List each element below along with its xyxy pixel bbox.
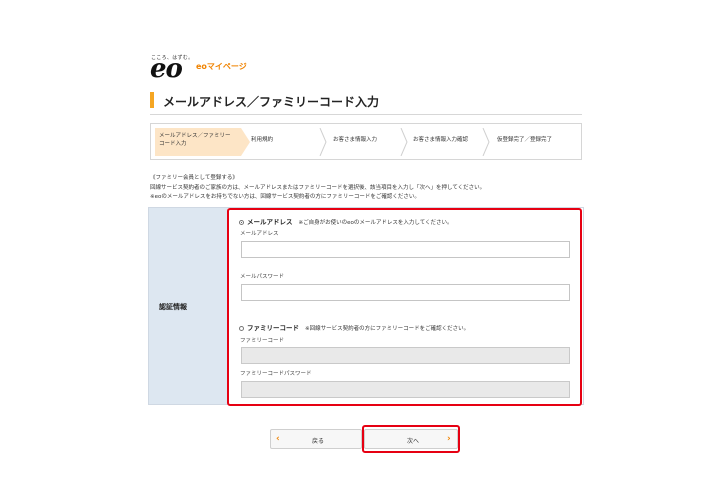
eo-logo[interactable]: eo [150,56,183,82]
password-label: メールパスワード [240,274,285,280]
intro-text: 《ファミリー会員として登録する》 回線サービス契約者のご家族の方は、メールアドレ… [150,174,485,203]
email-option-note: ※ご自身がお使いのeoのメールアドレスを入力してください。 [298,220,453,226]
next-button-highlight [362,425,460,453]
family-code-label: ファミリーコード [240,338,285,344]
family-option-note: ※回線サービス契約者の方にファミリーコードをご確認ください。 [305,326,470,332]
chevron-right-icon [482,128,490,156]
step-registration-complete: 仮登録完了／登録完了 [497,136,579,162]
step-label: 利用規約 [251,137,274,143]
chevron-left-icon: ‹ [276,434,280,444]
title-accent-bar [150,92,154,108]
email-option-label[interactable]: メールアドレス [247,218,293,226]
back-button-label: 戻る [312,438,325,445]
back-button[interactable]: ‹ 戻る [270,429,362,449]
step-label: メールアドレス／ファミリー [159,133,231,139]
auth-header-label: 認証情報 [159,303,187,311]
progress-steps: メールアドレス／ファミリー コード入力 利用規約 お客さま情報入力 お客さま情報… [150,123,582,160]
mypage-logo-text[interactable]: eoマイページ [196,61,247,72]
title-divider [150,114,582,115]
family-option-row[interactable]: ファミリーコード ※回線サービス契約者の方にファミリーコードをご確認ください。 [239,322,469,332]
intro-instruction: 回線サービス契約者のご家族の方は、メールアドレスまたはファミリーコードを選択後、… [150,184,486,191]
email-label: メールアドレス [240,231,279,237]
page-title: メールアドレス／ファミリーコード入力 [163,95,380,109]
email-field[interactable] [241,241,570,258]
family-code-field[interactable] [241,347,570,364]
intro-note: ※eoのメールアドレスをお持ちでない方は、回線サービス契約者の方にファミリーコー… [150,194,420,200]
intro-heading: 《ファミリー会員として登録する》 [150,175,238,181]
password-field[interactable] [241,284,570,301]
step-label: 仮登録完了／登録完了 [497,137,553,143]
chevron-right-icon [319,128,327,156]
step-label: コード入力 [159,141,187,147]
family-password-field[interactable] [241,381,570,398]
step-email-family-code: メールアドレス／ファミリー コード入力 [159,132,243,158]
step-customer-confirm: お客さま情報入力確認 [413,136,489,162]
family-code-radio[interactable] [239,325,244,331]
step-label: お客さま情報入力確認 [413,137,469,143]
chevron-right-icon [400,128,408,156]
step-customer-info: お客さま情報入力 [333,136,405,162]
step-terms: 利用規約 [251,136,315,162]
email-radio[interactable] [239,219,244,225]
family-option-label[interactable]: ファミリーコード [247,324,299,332]
email-option-row[interactable]: メールアドレス ※ご自身がお使いのeoのメールアドレスを入力してください。 [239,216,453,226]
family-password-label: ファミリーコードパスワード [240,371,312,377]
step-label: お客さま情報入力 [333,137,378,143]
